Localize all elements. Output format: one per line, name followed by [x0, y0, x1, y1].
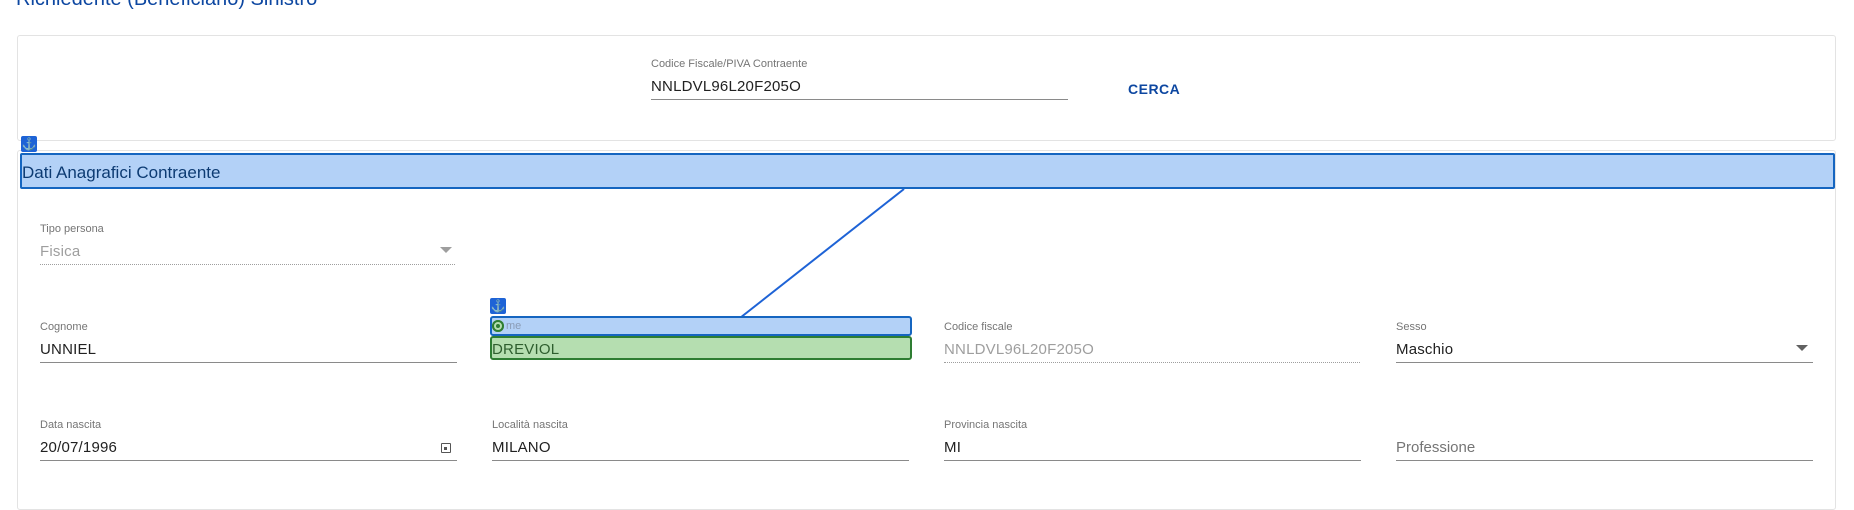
- provincia-nascita-underline: [944, 460, 1361, 461]
- nome-label: me: [506, 320, 522, 332]
- sesso-underline: [1396, 362, 1813, 363]
- sesso-value[interactable]: Maschio: [1396, 341, 1453, 358]
- calendar-icon[interactable]: [441, 443, 451, 453]
- cognome-value[interactable]: UNNIEL: [40, 341, 96, 358]
- localita-nascita-label: Località nascita: [492, 419, 568, 431]
- provincia-nascita-value[interactable]: MI: [944, 439, 961, 456]
- anchor-icon: ⚓: [490, 298, 506, 314]
- codice-fiscale-label: Codice fiscale: [944, 321, 1013, 333]
- sesso-label: Sesso: [1396, 321, 1427, 333]
- provincia-nascita-label: Provincia nascita: [944, 419, 1028, 431]
- codice-fiscale-underline: [944, 362, 1360, 363]
- localita-nascita-value[interactable]: MILANO: [492, 439, 551, 456]
- tipo-persona-value: Fisica: [40, 243, 81, 260]
- professione-input[interactable]: Professione: [1396, 439, 1475, 456]
- codice-fiscale-value: NNLDVL96L20F205O: [944, 341, 1094, 358]
- data-nascita-label: Data nascita: [40, 419, 102, 431]
- target-icon: [492, 320, 504, 332]
- nome-value[interactable]: DREVIOL: [492, 341, 559, 358]
- data-nascita-value[interactable]: 20/07/1996: [40, 439, 117, 456]
- tipo-persona-underline: [40, 264, 455, 265]
- localita-nascita-underline: [492, 460, 909, 461]
- chevron-down-icon: [440, 247, 452, 253]
- cognome-underline: [40, 362, 457, 363]
- chevron-down-icon[interactable]: [1796, 345, 1808, 351]
- nome-label-highlight: [490, 316, 912, 336]
- professione-underline: [1396, 460, 1813, 461]
- data-nascita-underline: [40, 460, 457, 461]
- cognome-label: Cognome: [40, 321, 88, 333]
- connector-line: [716, 188, 905, 337]
- tipo-persona-label: Tipo persona: [40, 223, 104, 235]
